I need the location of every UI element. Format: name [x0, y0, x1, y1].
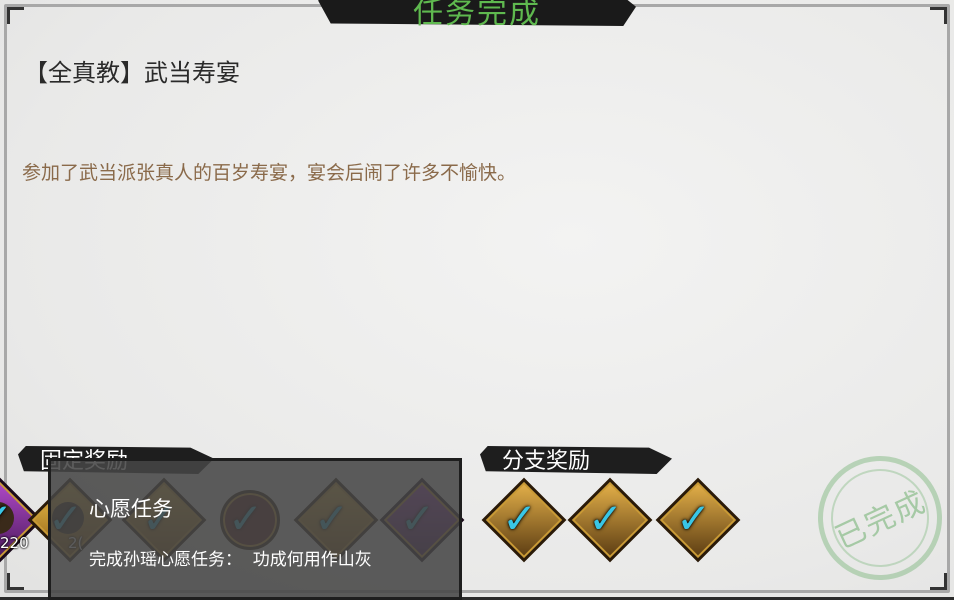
branch-rewards-label: 分支奖励 — [502, 449, 591, 474]
quest-description: 参加了武当派张真人的百岁寿宴，宴会后闹了许多不愉快。 — [22, 162, 517, 184]
page-title: 任务完成 — [413, 0, 541, 31]
check-icon: ✓ — [502, 494, 538, 543]
frame-corner — [930, 7, 947, 24]
reward-count: 220 — [0, 534, 29, 552]
check-icon: ✓ — [588, 494, 624, 543]
frame-corner — [7, 7, 24, 24]
branch-reward-item[interactable]: ✓ — [655, 477, 741, 563]
title-banner: 任务完成 — [318, 0, 636, 31]
frame-corner — [7, 573, 24, 590]
frame-corner — [930, 573, 947, 590]
tooltip-title: 心愿任务 — [89, 497, 173, 521]
tooltip-body: 完成孙瑶心愿任务： 功成何用作山灰 — [89, 550, 372, 570]
branch-reward-item[interactable]: ✓ — [567, 477, 653, 563]
branch-reward-item[interactable]: ✓ — [481, 477, 567, 563]
reward-tooltip: 心愿任务 完成孙瑶心愿任务： 功成何用作山灰 — [48, 458, 462, 600]
branch-rewards-header: 分支奖励 — [480, 446, 672, 474]
check-icon: ✓ — [676, 494, 712, 543]
quest-name: 【全真教】武当寿宴 — [24, 59, 240, 87]
